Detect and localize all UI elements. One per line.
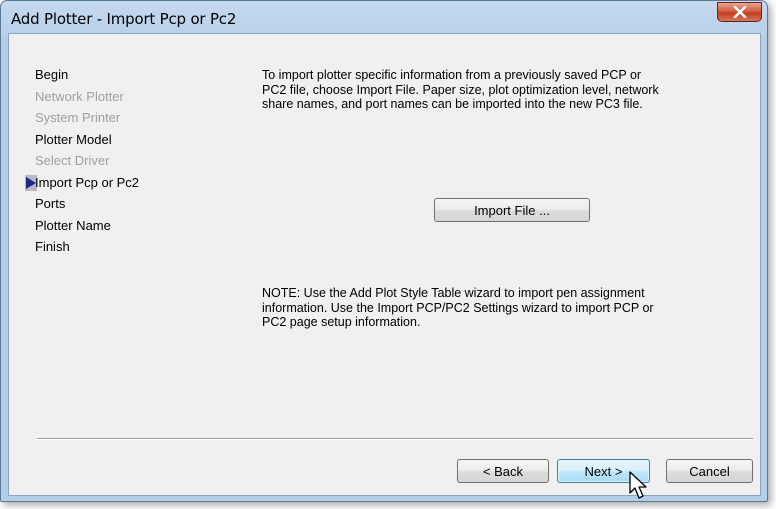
- cancel-button[interactable]: Cancel: [666, 459, 753, 483]
- wizard-body: Begin Network Plotter System Printer Plotte…: [8, 33, 761, 496]
- step-item: Select Driver: [35, 153, 139, 175]
- window-title: Add Plotter - Import Pcp or Pc2: [11, 10, 237, 28]
- step-label: Begin: [35, 67, 69, 82]
- step-item: Network Plotter: [35, 89, 139, 111]
- wizard-window: Add Plotter - Import Pcp or Pc2 Begin Net…: [0, 0, 768, 502]
- title-bar[interactable]: Add Plotter - Import Pcp or Pc2: [1, 1, 767, 33]
- step-label: Plotter Name: [35, 217, 111, 233]
- step-label: Ports: [35, 196, 66, 211]
- step-label: Finish: [35, 239, 70, 254]
- import-file-button[interactable]: Import File ...: [434, 198, 590, 222]
- mouse-pointer-icon: [629, 471, 647, 499]
- step-item: System Printer: [35, 110, 139, 132]
- step-item: Begin: [35, 67, 139, 89]
- step-label: System Printer: [35, 110, 121, 125]
- step-item: Import Pcp or Pc2: [25, 174, 140, 197]
- step-label: Select Driver: [35, 153, 110, 168]
- back-button[interactable]: < Back: [457, 459, 549, 483]
- step-item: Ports: [35, 196, 139, 218]
- step-label: Import Pcp or Pc2: [35, 174, 140, 190]
- import-description: To import plotter specific information f…: [262, 68, 659, 111]
- close-button[interactable]: [717, 2, 762, 22]
- footer-separator: [37, 438, 753, 440]
- step-label: Plotter Model: [35, 131, 112, 147]
- import-note: NOTE: Use the Add Plot Style Table wizar…: [262, 286, 654, 329]
- step-list: Begin Network Plotter System Printer Plotte…: [25, 67, 140, 261]
- close-icon: [733, 6, 746, 18]
- step-item: Plotter Model: [35, 132, 139, 154]
- step-item: Plotter Name: [35, 218, 139, 240]
- step-item: Finish: [35, 239, 139, 261]
- step-label: Network Plotter: [35, 88, 124, 104]
